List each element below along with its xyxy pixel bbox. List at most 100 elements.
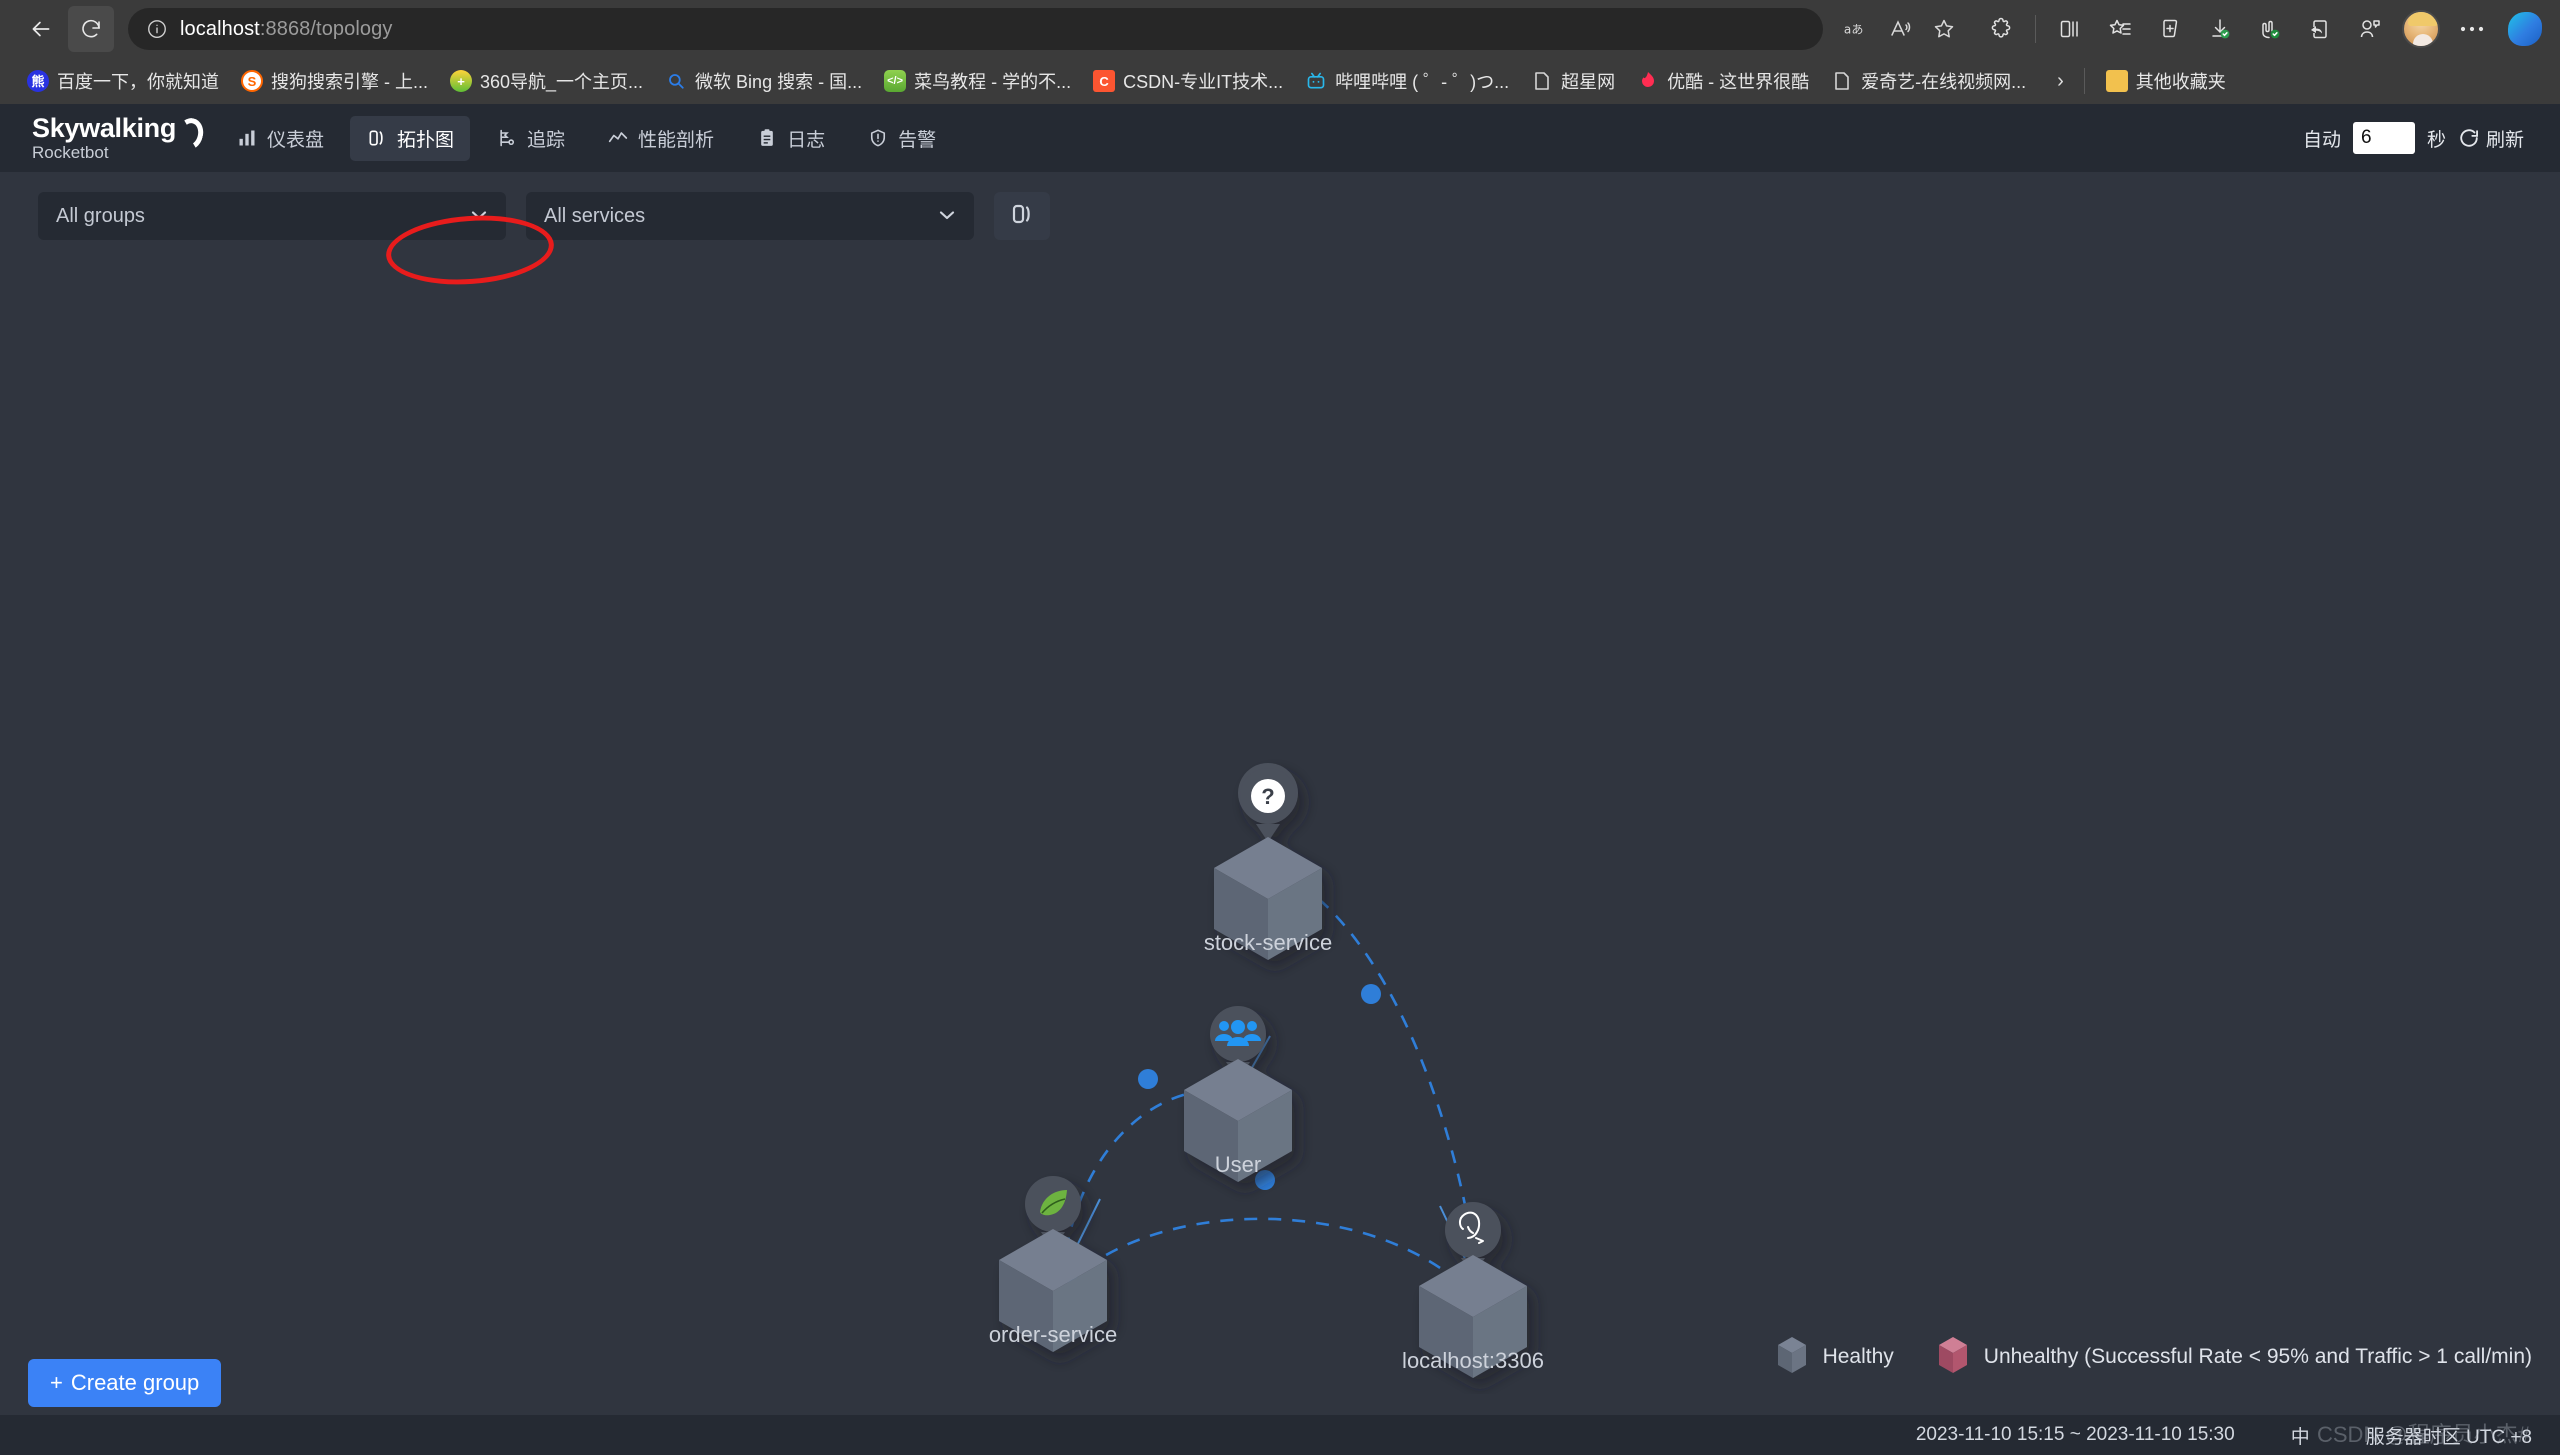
topology-settings-button[interactable]	[994, 192, 1050, 240]
nav-label: 仪表盘	[267, 129, 325, 151]
main-nav: 仪表盘 拓扑图 追踪 性能剖析 日志 告警	[220, 115, 952, 161]
bookmark-label: 菜鸟教程 - 学的不...	[914, 72, 1072, 92]
favorite-star-icon[interactable]	[1923, 10, 1965, 48]
toolbar-divider	[2035, 15, 2036, 43]
edge-marker[interactable]	[1138, 1069, 1158, 1089]
share-icon[interactable]	[2296, 6, 2344, 52]
auto-label: 自动	[2302, 129, 2341, 151]
translate-icon[interactable]: aあ	[1835, 10, 1877, 48]
auto-refresh-interval-input[interactable]	[2352, 122, 2415, 154]
bookmark-item[interactable]: + 360导航_一个主页...	[439, 64, 654, 98]
refresh-label: 刷新	[2485, 129, 2524, 151]
status-bar: 2023-11-10 15:15 ~ 2023-11-10 15:30 中 服务…	[0, 1415, 2560, 1455]
node-label-order-service: order-service	[988, 1322, 1118, 1347]
nav-item-alarm[interactable]: 告警	[851, 116, 952, 161]
nav-label: 告警	[898, 129, 937, 151]
baidu-icon: 熊	[27, 70, 49, 92]
time-range-label[interactable]: 2023-11-10 15:15 ~ 2023-11-10 15:30	[1916, 1424, 2235, 1446]
bookmark-item[interactable]: </> 菜鸟教程 - 学的不...	[873, 64, 1082, 98]
browser-refresh-button[interactable]	[68, 6, 114, 52]
trace-icon	[496, 127, 518, 149]
service-select[interactable]: All services	[526, 192, 974, 240]
bookmark-item[interactable]: 熊 百度一下，你就知道	[16, 64, 230, 98]
nav-item-dashboard[interactable]: 仪表盘	[220, 116, 340, 161]
bookmark-item[interactable]: 爱奇艺-在线视频网...	[1820, 64, 2037, 98]
nav-item-topology[interactable]: 拓扑图	[350, 115, 471, 161]
edge-marker[interactable]	[1361, 984, 1381, 1004]
legend-healthy: Healthy	[1775, 1335, 1894, 1379]
chevron-down-icon	[938, 208, 956, 225]
bookmarks-bar: 熊 百度一下，你就知道 S 搜狗搜索引擎 - 上... + 360导航_一个主页…	[0, 58, 2560, 104]
bookmark-label: 360导航_一个主页...	[480, 72, 644, 92]
browser-actions	[1969, 6, 2542, 52]
create-group-button[interactable]: + Create group	[28, 1359, 222, 1407]
topology-icon	[366, 127, 388, 149]
settings-and-more-icon[interactable]	[2448, 6, 2496, 52]
group-select-value: All groups	[56, 204, 145, 227]
bookmark-item[interactable]: 优酷 - 这世界很酷	[1626, 64, 1820, 98]
csdn-icon: C	[1093, 70, 1116, 92]
profile-avatar[interactable]	[2402, 10, 2440, 48]
folder-icon	[2105, 70, 2128, 92]
downloads-icon[interactable]	[2196, 6, 2244, 52]
site-info-icon[interactable]	[142, 14, 172, 44]
refresh-button[interactable]: 刷新	[2458, 125, 2524, 152]
service-select-value: All services	[544, 204, 646, 227]
bookmark-item[interactable]: C CSDN-专业IT技术...	[1082, 64, 1294, 98]
topology-canvas[interactable]: ? stock-service User order-service local…	[0, 294, 2560, 1394]
topology-svg[interactable]: ?	[0, 294, 2560, 1394]
performance-icon[interactable]	[2246, 6, 2294, 52]
language-selector[interactable]: 中	[2291, 1422, 2310, 1449]
bing-icon	[665, 70, 687, 92]
bookmark-item[interactable]: 超星网	[1520, 64, 1626, 98]
browser-back-button[interactable]	[18, 6, 64, 52]
nav-item-profiling[interactable]: 性能剖析	[591, 116, 730, 161]
bookmark-label: 微软 Bing 搜索 - 国...	[695, 72, 863, 92]
legend-unhealthy-label: Unhealthy (Successful Rate < 95% and Tra…	[1983, 1345, 2532, 1368]
rookie-icon: </>	[884, 70, 907, 92]
app-logo-title: Skywalking	[32, 115, 191, 142]
bookmark-item[interactable]: S 搜狗搜索引擎 - 上...	[230, 64, 439, 98]
split-screen-icon[interactable]	[2046, 6, 2094, 52]
plus-icon: +	[50, 1370, 63, 1395]
auto-refresh-controls: 自动 秒 刷新	[2303, 122, 2536, 154]
app-header: Skywalking Rocketbot 仪表盘 拓扑图 追踪 性能剖析 日志 …	[0, 104, 2560, 172]
question-badge-text: ?	[1261, 784, 1274, 809]
nav-label: 日志	[787, 129, 826, 151]
dashboard-icon	[236, 127, 258, 149]
bookmark-label: 百度一下，你就知道	[57, 72, 219, 92]
nav-item-trace[interactable]: 追踪	[480, 116, 581, 161]
copilot-icon[interactable]	[2508, 12, 2542, 46]
topology-settings-icon	[1010, 202, 1034, 231]
add-to-collection-icon[interactable]	[2146, 6, 2194, 52]
edge-order-service-to-mysql[interactable]	[1067, 1217, 1473, 1295]
log-icon	[756, 127, 778, 149]
address-bar-text: localhost:8868/topology	[180, 18, 392, 41]
bookmark-label: CSDN-专业IT技术...	[1123, 72, 1284, 92]
extensions-icon[interactable]	[1977, 6, 2025, 52]
collections-icon[interactable]	[2096, 6, 2144, 52]
browser-essentials-icon[interactable]	[2346, 6, 2394, 52]
bookmark-item[interactable]: 哔哩哔哩 ( ゜- ゜)つ...	[1294, 64, 1520, 98]
page-icon	[1531, 70, 1553, 92]
node-label-localhost-3306: localhost:3306	[1402, 1348, 1544, 1373]
filter-bar: All groups All services	[0, 172, 2560, 240]
chevron-down-icon	[470, 208, 488, 225]
other-favorites-button[interactable]: 其他收藏夹	[2095, 64, 2237, 98]
svg-text:aあ: aあ	[1844, 23, 1863, 37]
profiling-icon	[607, 127, 629, 149]
second-label: 秒	[2426, 129, 2446, 151]
url-path: :8868/topology	[259, 17, 393, 40]
alarm-icon	[867, 127, 889, 149]
bookmark-item[interactable]: 微软 Bing 搜索 - 国...	[654, 64, 873, 98]
read-aloud-icon[interactable]	[1879, 10, 1921, 48]
nav-item-log[interactable]: 日志	[740, 116, 841, 161]
app-logo[interactable]: Skywalking Rocketbot	[24, 115, 192, 162]
bookmark-label: 搜狗搜索引擎 - 上...	[271, 72, 428, 92]
group-select[interactable]: All groups	[38, 192, 506, 240]
address-bar[interactable]: localhost:8868/topology	[128, 8, 1823, 50]
nav-label: 性能剖析	[638, 129, 715, 151]
bookmarks-overflow-button[interactable]: ›	[2047, 70, 2074, 93]
legend-healthy-label: Healthy	[1822, 1345, 1894, 1368]
unhealthy-cube-icon	[1938, 1337, 1967, 1373]
